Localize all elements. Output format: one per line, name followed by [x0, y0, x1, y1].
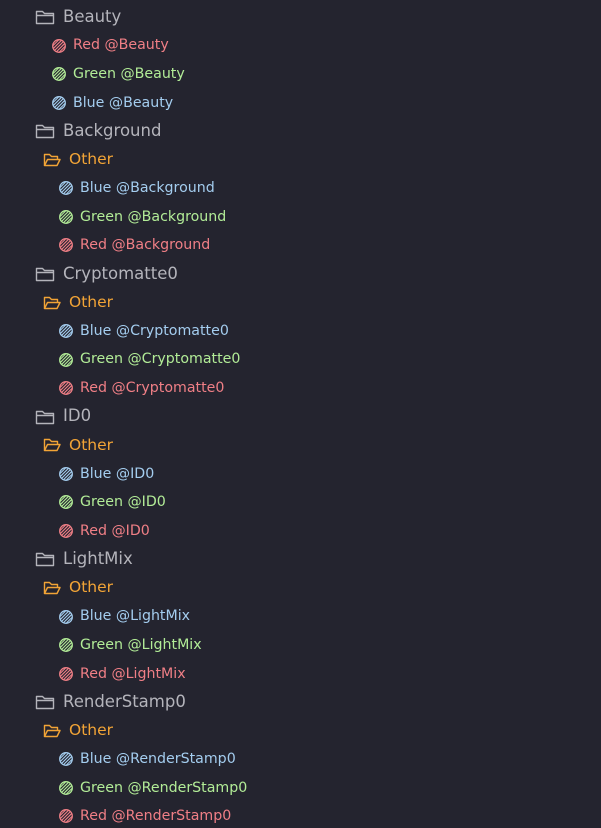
channel-item[interactable]: Red @LightMix: [58, 663, 186, 685]
tree-group-renderstamp0[interactable]: RenderStamp0: [35, 691, 186, 713]
group-label: ID0: [63, 406, 92, 426]
hatched-circle-icon: [58, 237, 74, 253]
channel-item[interactable]: Blue @Beauty: [51, 92, 173, 114]
hatched-circle-icon: [58, 380, 74, 396]
channel-label: Red @LightMix: [80, 665, 186, 682]
channel-label: Green @RenderStamp0: [80, 779, 248, 796]
channel-item[interactable]: Green @ID0: [58, 491, 166, 513]
subfolder-label: Other: [69, 435, 114, 454]
channel-item[interactable]: Blue @LightMix: [58, 606, 190, 628]
subfolder-other[interactable]: Other: [43, 577, 113, 599]
channel-item[interactable]: Green @RenderStamp0: [58, 777, 247, 799]
hatched-circle-icon: [58, 637, 74, 653]
channel-item[interactable]: Red @ID0: [58, 520, 150, 542]
channel-label: Blue @Beauty: [73, 94, 174, 111]
hatched-circle-icon: [58, 609, 74, 625]
hatched-circle-icon: [58, 209, 74, 225]
group-label: RenderStamp0: [63, 691, 186, 711]
subfolder-other[interactable]: Other: [43, 149, 113, 171]
group-label: LightMix: [63, 549, 133, 569]
tree-group-lightmix[interactable]: LightMix: [35, 548, 133, 570]
channel-label: Green @LightMix: [80, 636, 202, 653]
channel-label: Blue @Background: [80, 180, 215, 197]
channel-label: Green @ID0: [80, 494, 166, 511]
hatched-circle-icon: [58, 523, 74, 539]
hatched-circle-icon: [58, 180, 74, 196]
group-label: Background: [63, 120, 162, 140]
hatched-circle-icon: [58, 808, 74, 824]
channel-label: Red @ID0: [80, 522, 150, 539]
open-folder-icon: [43, 580, 61, 596]
hatched-circle-icon: [51, 95, 67, 111]
group-label: Cryptomatte0: [63, 263, 178, 283]
hatched-circle-icon: [51, 66, 67, 82]
layer-tree: Beauty Red @Beauty Green @Beauty Blue @Beau…: [0, 0, 601, 828]
channel-item[interactable]: Blue @RenderStamp0: [58, 748, 236, 770]
channel-label: Blue @Cryptomatte0: [80, 322, 229, 339]
open-folder-icon: [43, 723, 61, 739]
channel-item[interactable]: Red @Cryptomatte0: [58, 377, 224, 399]
folder-icon: [35, 266, 55, 282]
channel-item[interactable]: Blue @Background: [58, 177, 215, 199]
tree-group-background[interactable]: Background: [35, 120, 161, 142]
subfolder-other[interactable]: Other: [43, 720, 113, 742]
tree-group-cryptomatte0[interactable]: Cryptomatte0: [35, 263, 178, 285]
channel-label: Green @Cryptomatte0: [80, 351, 241, 368]
folder-icon: [35, 694, 55, 710]
group-label: Beauty: [63, 6, 122, 26]
channel-item[interactable]: Blue @Cryptomatte0: [58, 320, 229, 342]
subfolder-label: Other: [69, 150, 114, 168]
channel-label: Blue @LightMix: [80, 608, 191, 625]
channel-item[interactable]: Green @Background: [58, 206, 226, 228]
hatched-circle-icon: [58, 780, 74, 796]
hatched-circle-icon: [58, 494, 74, 510]
folder-icon: [35, 9, 55, 25]
subfolder-label: Other: [69, 721, 114, 739]
hatched-circle-icon: [51, 38, 67, 54]
tree-group-beauty[interactable]: Beauty: [35, 6, 121, 28]
open-folder-icon: [43, 295, 61, 311]
channel-item[interactable]: Blue @ID0: [58, 463, 154, 485]
subfolder-other[interactable]: Other: [43, 292, 113, 314]
hatched-circle-icon: [58, 352, 74, 368]
channel-label: Blue @RenderStamp0: [80, 751, 236, 768]
subfolder-other[interactable]: Other: [43, 434, 113, 456]
folder-icon: [35, 551, 55, 567]
hatched-circle-icon: [58, 666, 74, 682]
channel-item[interactable]: Green @LightMix: [58, 634, 202, 656]
channel-label: Green @Background: [80, 208, 227, 225]
folder-icon: [35, 123, 55, 139]
channel-item[interactable]: Red @Beauty: [51, 35, 169, 57]
channel-item[interactable]: Red @Background: [58, 234, 210, 256]
channel-item[interactable]: Green @Cryptomatte0: [58, 349, 240, 371]
channel-label: Red @Beauty: [73, 37, 169, 54]
open-folder-icon: [43, 437, 61, 453]
open-folder-icon: [43, 152, 61, 168]
channel-item[interactable]: Green @Beauty: [51, 63, 185, 85]
subfolder-label: Other: [69, 578, 114, 597]
folder-icon: [35, 409, 55, 425]
channel-item[interactable]: Red @RenderStamp0: [58, 805, 231, 827]
hatched-circle-icon: [58, 323, 74, 339]
hatched-circle-icon: [58, 466, 74, 482]
channel-label: Red @RenderStamp0: [80, 808, 232, 825]
hatched-circle-icon: [58, 751, 74, 767]
tree-group-id0[interactable]: ID0: [35, 406, 91, 428]
subfolder-label: Other: [69, 292, 114, 311]
channel-label: Red @Background: [80, 237, 211, 254]
channel-label: Red @Cryptomatte0: [80, 380, 225, 397]
channel-label: Green @Beauty: [73, 65, 185, 82]
channel-label: Blue @ID0: [80, 465, 155, 482]
